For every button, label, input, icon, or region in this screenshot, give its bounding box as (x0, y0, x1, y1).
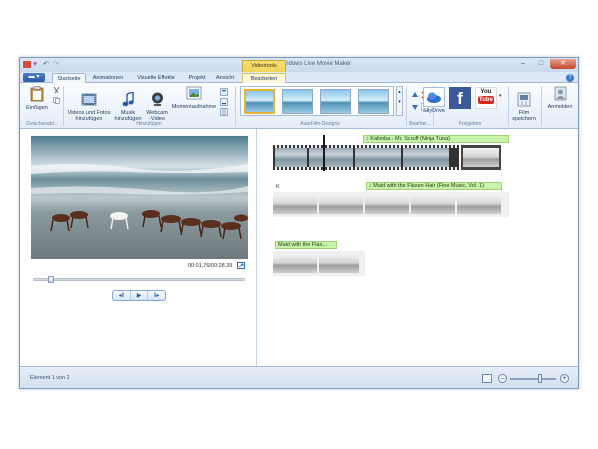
autofilm-design-thumb[interactable] (244, 89, 275, 114)
pane-divider[interactable] (256, 129, 257, 380)
tab-bearbeiten[interactable]: Bearbeiten (242, 73, 286, 83)
snapshot-button[interactable]: Momentaufnahme (171, 86, 217, 110)
tab-projekt[interactable]: Projekt (184, 73, 210, 83)
seek-bar[interactable] (33, 276, 245, 283)
ribbon-tab-row: ▬ ▾ Startseite Animationen Visuelle Effe… (20, 72, 578, 83)
next-frame-button[interactable]: ‖▸ (148, 291, 165, 300)
close-button[interactable]: ✕ (550, 59, 576, 69)
ribbon-separator (406, 86, 407, 126)
tab-ansicht[interactable]: Ansicht (212, 73, 238, 83)
gallery-scroll-buttons[interactable]: ▴ ▾ (396, 86, 403, 116)
autofilm-design-thumb[interactable] (282, 89, 313, 114)
film-add-icon (81, 93, 97, 106)
text-caption-3[interactable]: Maid with the Flax... (275, 241, 337, 249)
video-clip-3[interactable] (273, 192, 509, 217)
sign-in-button[interactable]: Anmelden (543, 86, 577, 110)
ribbon-separator (235, 86, 236, 126)
user-icon (554, 86, 566, 101)
playhead[interactable] (323, 135, 325, 171)
rotate-left-icon[interactable] (411, 91, 418, 98)
share-more-icon[interactable]: ▾ (499, 93, 506, 100)
music-caption-1[interactable]: ♪ Kalimba - Mr. Scruff (Ninja Tuna) (363, 135, 509, 143)
clipboard-icon (30, 86, 44, 102)
tab-visuelle-effekte[interactable]: Visuelle Effekte (130, 73, 182, 83)
credits-icon[interactable] (220, 108, 228, 116)
group-label-add: Hinzufügen (136, 121, 162, 127)
webcam-icon (151, 92, 163, 106)
video-preview (31, 136, 248, 259)
storyboard: ♪ Kalimba - Mr. Scruff (Ninja Tuna) K ♪ … (260, 129, 578, 380)
copy-icon[interactable] (53, 97, 60, 104)
tab-animationen[interactable]: Animationen (88, 73, 128, 83)
title-icon[interactable] (220, 88, 228, 96)
rotate-right-icon[interactable] (411, 103, 418, 110)
group-label-edit: Bearbei... (409, 121, 431, 127)
video-clip-1[interactable] (273, 145, 459, 170)
zoom-thumb[interactable] (537, 374, 542, 383)
window-title: Mein Film - Windows Live Movie Maker (246, 61, 352, 67)
group-label-share: Freigeben (458, 121, 482, 127)
paste-button[interactable]: Einfügen (24, 86, 50, 111)
status-bar: Element 1 von 2 – + (20, 366, 578, 388)
minimize-button[interactable]: – (514, 59, 532, 69)
caption-icon[interactable] (220, 98, 228, 106)
seek-thumb[interactable] (48, 276, 55, 283)
ribbon-separator (541, 86, 542, 126)
facebook-icon[interactable]: f (449, 87, 471, 109)
playback-controls: ◂‖ ▶ ‖▸ (112, 290, 166, 301)
cut-icon[interactable] (53, 86, 60, 94)
save-movie-button[interactable]: Film speichern (510, 86, 538, 128)
ribbon-separator (508, 86, 509, 126)
storyboard-view-icon[interactable] (482, 374, 492, 383)
ribbon: Einfügen Zwischenabl... Videos und Fotos… (20, 83, 578, 129)
app-menu-button[interactable]: ▬ ▾ (23, 73, 45, 82)
snapshot-icon (186, 86, 202, 100)
video-clip-2[interactable] (461, 145, 501, 170)
film-save-icon (517, 92, 531, 107)
title-marker: K (276, 184, 280, 190)
group-label-autofilm: AutoFilm-Designs (300, 121, 340, 127)
status-text: Element 1 von 2 (30, 375, 70, 381)
youtube-icon[interactable]: You Tube (475, 87, 497, 109)
music-note-icon (122, 91, 134, 107)
maximize-button[interactable]: □ (532, 59, 550, 69)
skydrive-icon (423, 87, 445, 107)
autofilm-design-gallery (240, 86, 394, 116)
autofilm-design-thumb[interactable] (320, 89, 351, 114)
skydrive-button[interactable]: SkyDrive (422, 87, 446, 114)
videotools-context-tab: Videotools (242, 60, 286, 72)
tab-startseite[interactable]: Startseite (52, 73, 86, 83)
help-icon[interactable]: ? (566, 74, 574, 82)
ribbon-separator (63, 86, 64, 126)
time-readout: 00:01,76/00:28,39 (188, 263, 233, 269)
fullscreen-icon[interactable] (237, 262, 245, 269)
autofilm-design-thumb[interactable] (358, 89, 389, 114)
main-area: 00:01,76/00:28,39 ◂‖ ▶ ‖▸ ♪ Kalimba - Mr… (20, 129, 578, 380)
group-label-clipboard: Zwischenabl... (26, 121, 58, 127)
video-clip-4[interactable] (273, 251, 365, 276)
play-button[interactable]: ▶ (131, 291, 149, 300)
music-caption-2[interactable]: ♪ Maid with the Flaxen Hair (Fine Music,… (366, 182, 502, 190)
beach-horses-frame (31, 136, 248, 259)
zoom-out-button[interactable]: – (498, 374, 507, 383)
zoom-slider[interactable] (510, 378, 556, 380)
title-bar: ♥ ↶ ↷ Mein Film - Windows Live Movie Mak… (20, 58, 578, 72)
zoom-in-button[interactable]: + (560, 374, 569, 383)
previous-frame-button[interactable]: ◂‖ (113, 291, 131, 300)
movie-maker-window: ♥ ↶ ↷ Mein Film - Windows Live Movie Mak… (19, 57, 579, 389)
